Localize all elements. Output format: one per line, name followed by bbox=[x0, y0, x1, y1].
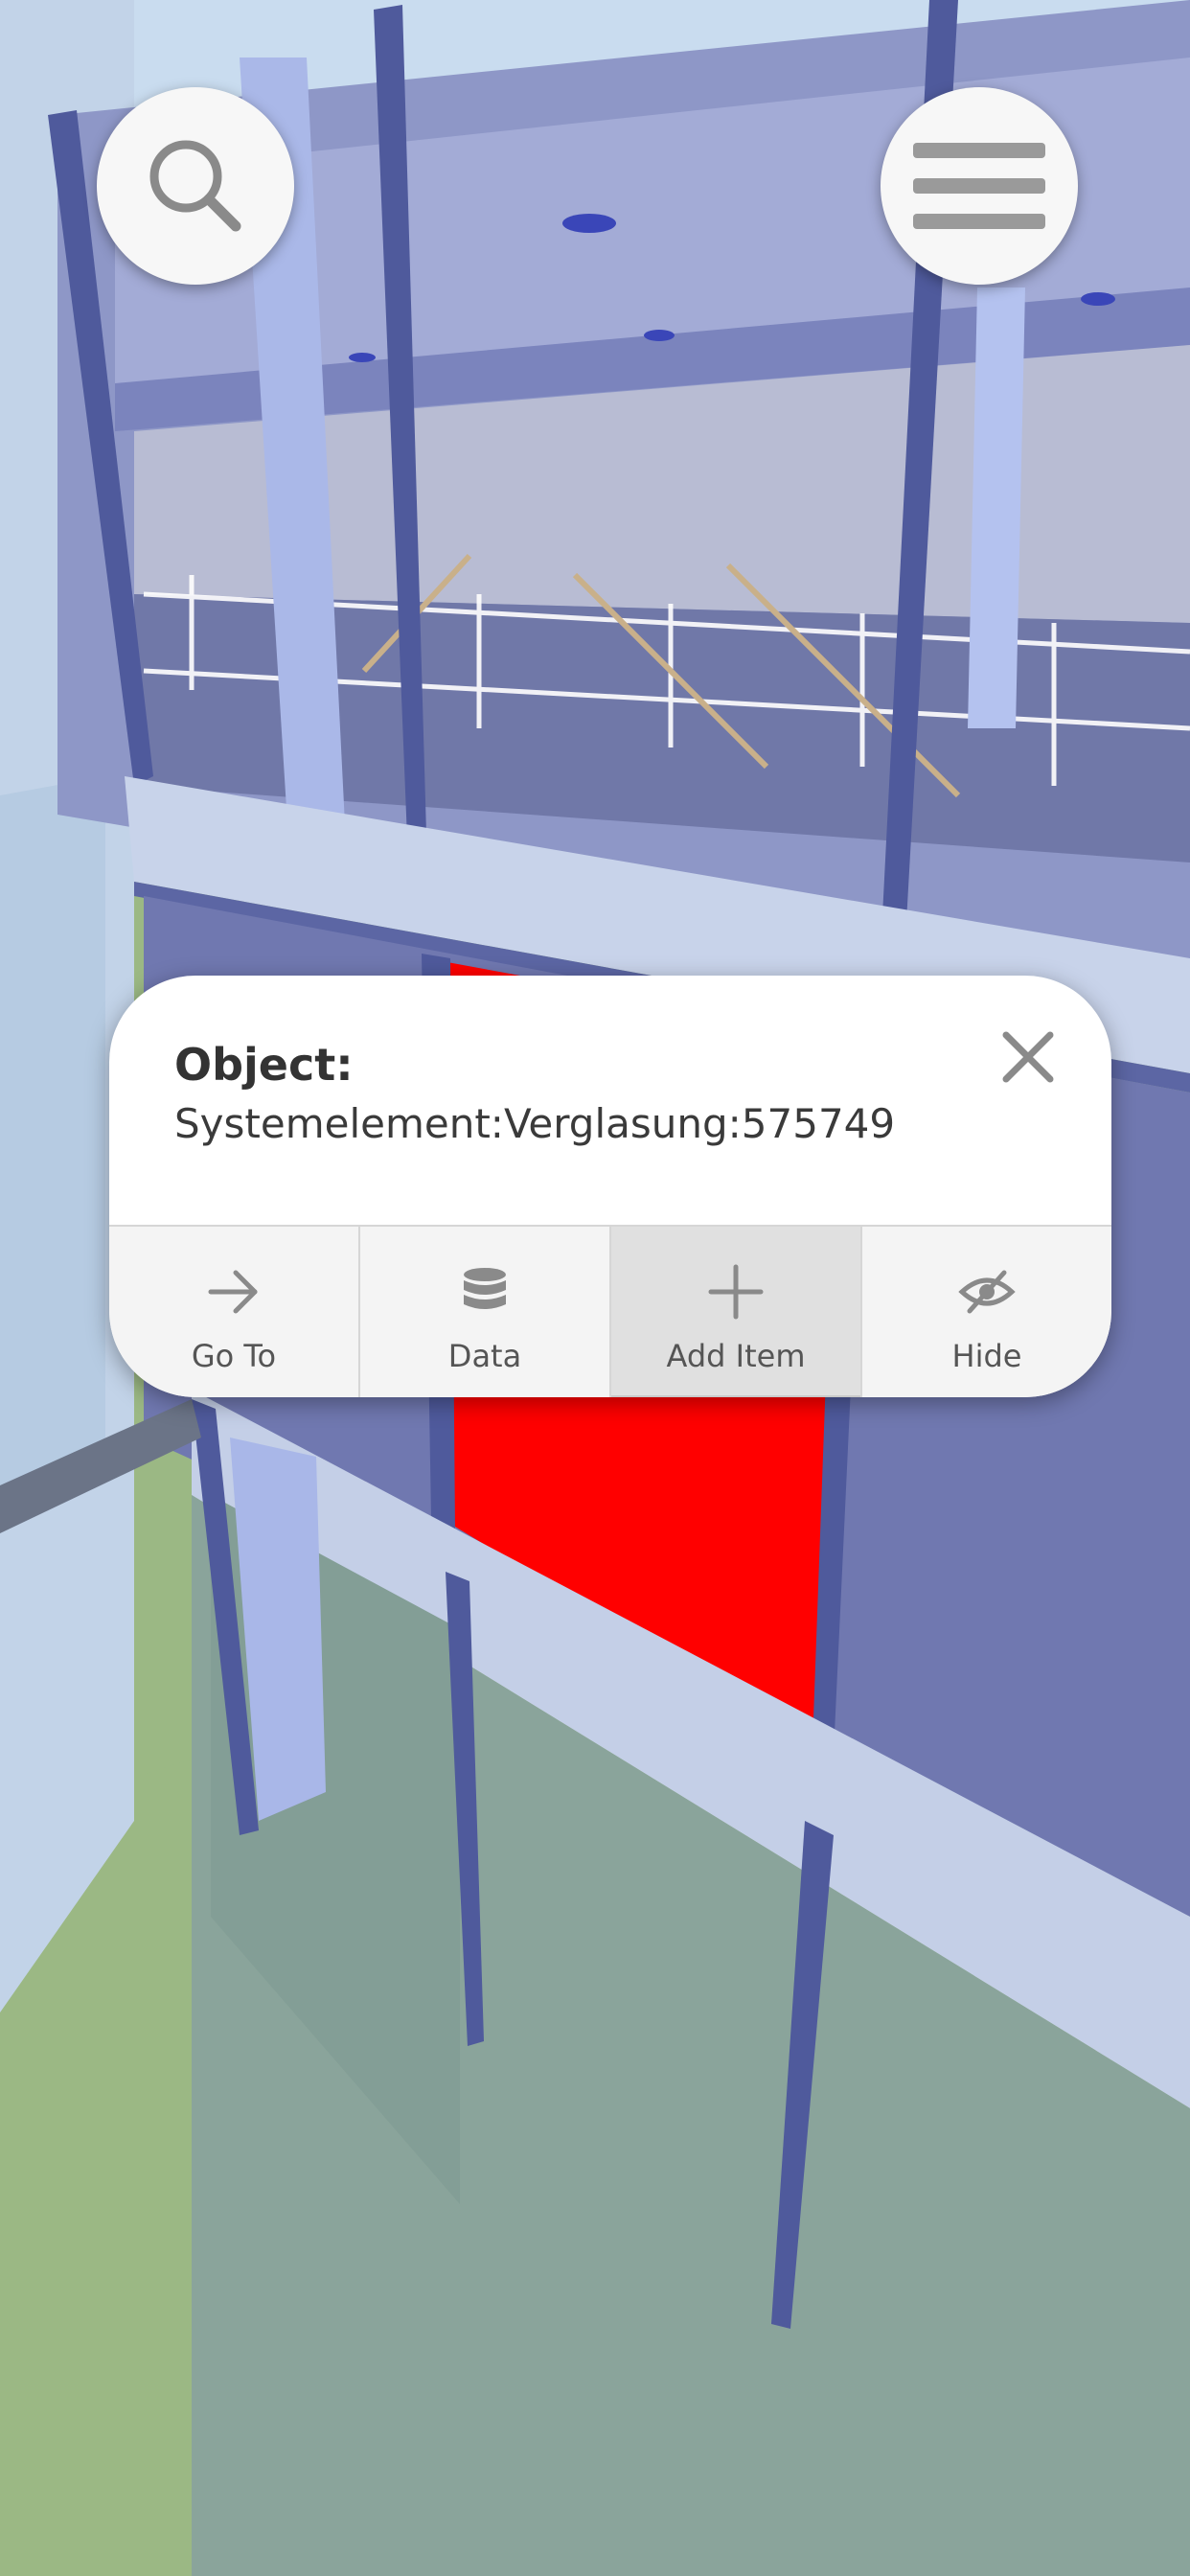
close-button[interactable] bbox=[995, 1024, 1062, 1091]
arrow-right-icon bbox=[208, 1270, 258, 1314]
go-to-button[interactable]: Go To bbox=[109, 1227, 360, 1397]
add-item-label: Add Item bbox=[666, 1338, 806, 1374]
hamburger-menu-icon bbox=[913, 143, 1045, 229]
search-button[interactable] bbox=[97, 87, 294, 285]
add-item-button[interactable]: Add Item bbox=[611, 1227, 862, 1397]
column bbox=[968, 288, 1025, 728]
popup-actions: Go To Data Add Item Hide bbox=[109, 1225, 1111, 1397]
database-icon bbox=[464, 1268, 506, 1309]
eye-slash-icon bbox=[958, 1270, 1016, 1314]
object-name: Systemelement:Verglasung:575749 bbox=[174, 1100, 896, 1147]
close-icon bbox=[1002, 1031, 1054, 1083]
side-wall-shade bbox=[0, 776, 105, 1533]
hide-button[interactable]: Hide bbox=[862, 1227, 1111, 1397]
data-button[interactable]: Data bbox=[360, 1227, 611, 1397]
menu-button[interactable] bbox=[881, 87, 1078, 285]
object-info-popup: Object: Systemelement:Verglasung:575749 … bbox=[109, 976, 1111, 1397]
hide-label: Hide bbox=[951, 1338, 1022, 1374]
plus-icon bbox=[708, 1264, 764, 1320]
go-to-label: Go To bbox=[191, 1338, 277, 1374]
search-icon bbox=[149, 140, 241, 232]
popup-title: Object: bbox=[174, 1039, 354, 1091]
data-label: Data bbox=[447, 1338, 522, 1374]
